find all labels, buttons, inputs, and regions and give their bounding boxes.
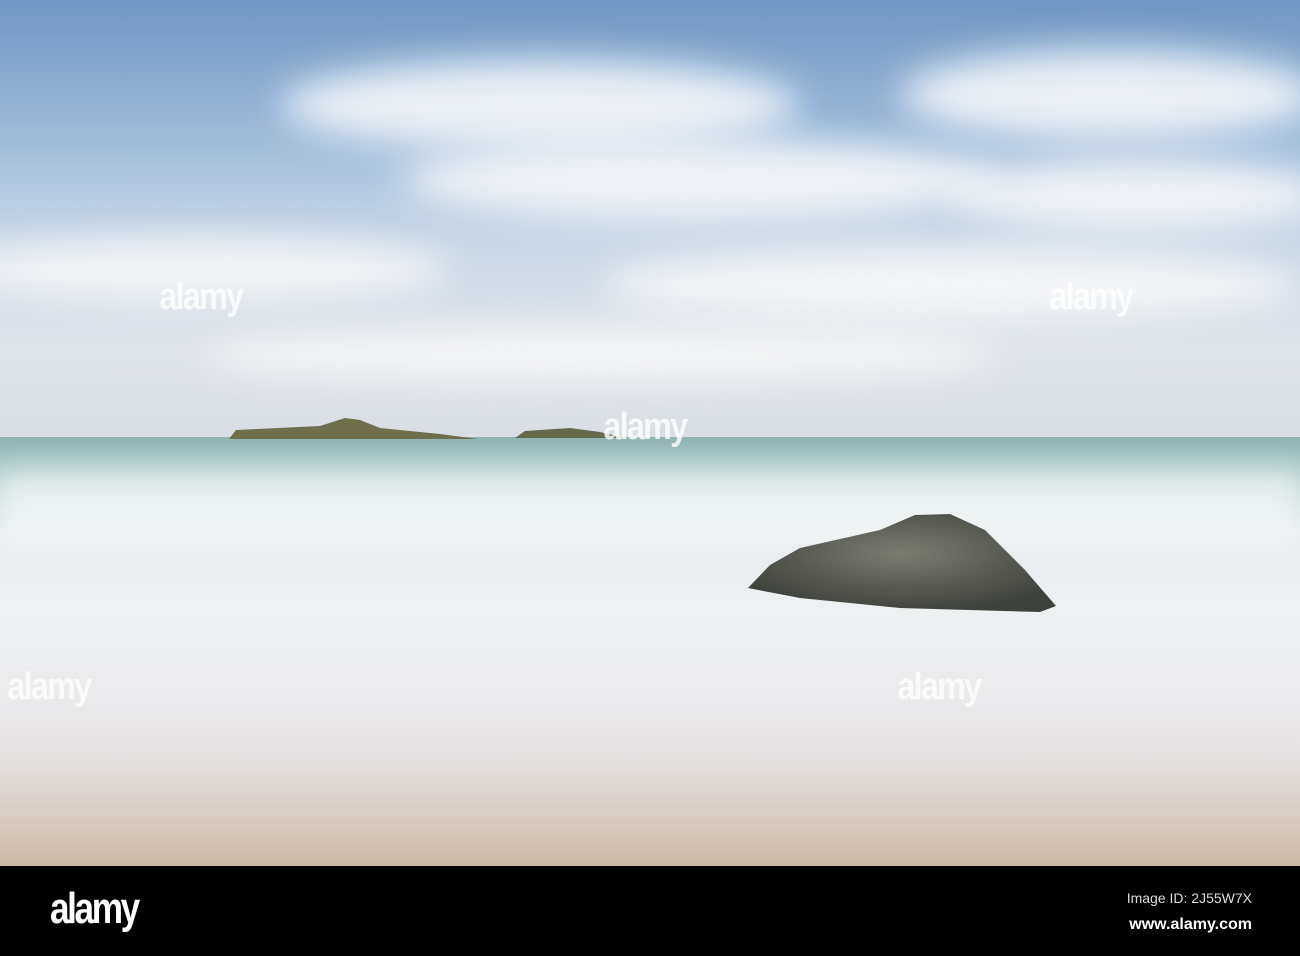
watermark: alamy [159,276,244,318]
seascape-photo: alamy alamy alamy alamy alamy [0,0,1300,866]
watermark: alamy [897,666,982,708]
website-link[interactable]: www.alamy.com [1129,916,1252,934]
watermark: alamy [7,666,92,708]
footer-bar: alamy Image ID: 2J55W7X www.alamy.com [0,866,1300,956]
alamy-logo: alamy [50,884,140,933]
watermark: alamy [603,406,688,448]
watermark: alamy [1049,276,1134,318]
image-id: Image ID: 2J55W7X [1126,890,1252,906]
